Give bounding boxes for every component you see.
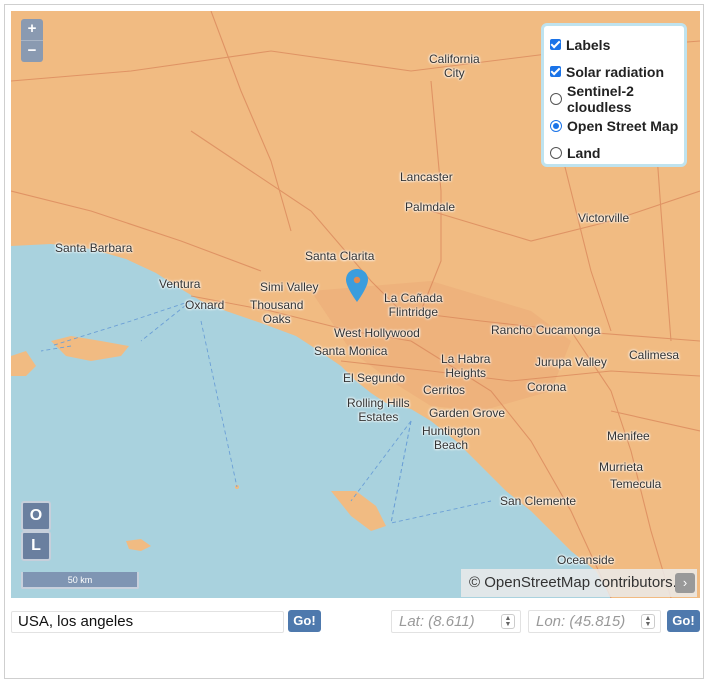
- label-cerritos: Cerritos: [423, 383, 466, 397]
- scale-bar: 50 km: [21, 572, 139, 589]
- label-corona: Corona: [527, 380, 567, 394]
- label-el-segundo: El Segundo: [343, 371, 406, 385]
- label-calimesa: Calimesa: [629, 348, 680, 362]
- layer-land[interactable]: Land: [550, 139, 684, 166]
- layer-open-street-map[interactable]: Open Street Map: [550, 112, 684, 139]
- label-lancaster: Lancaster: [400, 170, 453, 184]
- label-huntington-beach: Huntington Beach: [422, 424, 481, 452]
- l-button[interactable]: L: [21, 531, 51, 561]
- longitude-placeholder: Lon: (45.815): [536, 613, 626, 630]
- label-san-clemente: San Clemente: [500, 494, 577, 508]
- label-santa-clarita: Santa Clarita: [305, 249, 375, 263]
- map-view[interactable]: California City Lancaster Palmdale Victo…: [11, 11, 700, 598]
- location-marker-icon[interactable]: [345, 268, 369, 304]
- longitude-spinner-icon[interactable]: ▲ ▼: [641, 614, 655, 629]
- label-simi-valley: Simi Valley: [260, 280, 319, 294]
- label-murrieta: Murrieta: [599, 460, 644, 474]
- radio-checked-icon[interactable]: [550, 119, 562, 132]
- label-santa-monica: Santa Monica: [314, 344, 388, 358]
- layer-label: Open Street Map: [567, 117, 679, 134]
- layer-label: Land: [567, 144, 601, 161]
- latitude-placeholder: Lat: (8.611): [399, 613, 475, 630]
- label-oceanside: Oceanside: [557, 553, 615, 567]
- o-button[interactable]: O: [21, 501, 51, 531]
- search-go-button[interactable]: Go!: [288, 610, 321, 632]
- label-west-hollywood: West Hollywood: [334, 326, 420, 340]
- radio-unchecked-icon[interactable]: [550, 146, 562, 159]
- layer-switcher: Labels Solar radiation Sentinel-2 cloudl…: [541, 23, 687, 167]
- label-garden-grove: Garden Grove: [429, 406, 506, 420]
- label-thousand-oaks: Thousand Oaks: [250, 298, 304, 326]
- attribution-text: © OpenStreetMap contributors.: [469, 574, 677, 591]
- label-rancho-cucamonga: Rancho Cucamonga: [491, 323, 601, 337]
- zoom-control: + −: [21, 19, 43, 62]
- label-victorville: Victorville: [578, 211, 630, 225]
- zoom-in-button[interactable]: +: [21, 19, 43, 41]
- label-santa-barbara: Santa Barbara: [55, 241, 133, 255]
- label-menifee: Menifee: [607, 429, 650, 443]
- coordinates-go-button[interactable]: Go!: [667, 610, 700, 632]
- latitude-input[interactable]: Lat: (8.611) ▲ ▼: [391, 610, 521, 633]
- label-temecula: Temecula: [610, 477, 662, 491]
- label-jurupa-valley: Jurupa Valley: [535, 355, 607, 369]
- label-ventura: Ventura: [159, 277, 201, 291]
- layer-label: Sentinel-2 cloudless: [567, 82, 634, 115]
- latitude-spinner-icon[interactable]: ▲ ▼: [501, 614, 515, 629]
- label-california-city: California City: [429, 52, 480, 80]
- radio-unchecked-icon[interactable]: [550, 92, 562, 105]
- label-la-habra-heights: La Habra Heights: [441, 352, 491, 380]
- zoom-out-button[interactable]: −: [21, 41, 43, 62]
- checkbox-checked-icon[interactable]: [550, 66, 561, 77]
- layer-label: Solar radiation: [566, 63, 665, 80]
- longitude-input[interactable]: Lon: (45.815) ▲ ▼: [528, 610, 661, 633]
- label-rolling-hills-estates: Rolling Hills Estates: [347, 396, 410, 424]
- checkbox-checked-icon[interactable]: [550, 39, 561, 50]
- layer-solar-radiation[interactable]: Solar radiation: [550, 58, 684, 85]
- label-oxnard: Oxnard: [185, 298, 225, 312]
- attribution: © OpenStreetMap contributors. ›: [461, 569, 697, 597]
- layer-labels[interactable]: Labels: [550, 31, 684, 58]
- layer-label: Labels: [566, 36, 611, 53]
- attribution-toggle-button[interactable]: ›: [675, 573, 695, 593]
- label-la-canada-flintridge: La Cañada Flintridge: [384, 291, 443, 319]
- location-search-input[interactable]: USA, los angeles: [11, 611, 284, 633]
- label-palmdale: Palmdale: [405, 200, 456, 214]
- layer-sentinel-2-cloudless[interactable]: Sentinel-2 cloudless: [550, 82, 684, 115]
